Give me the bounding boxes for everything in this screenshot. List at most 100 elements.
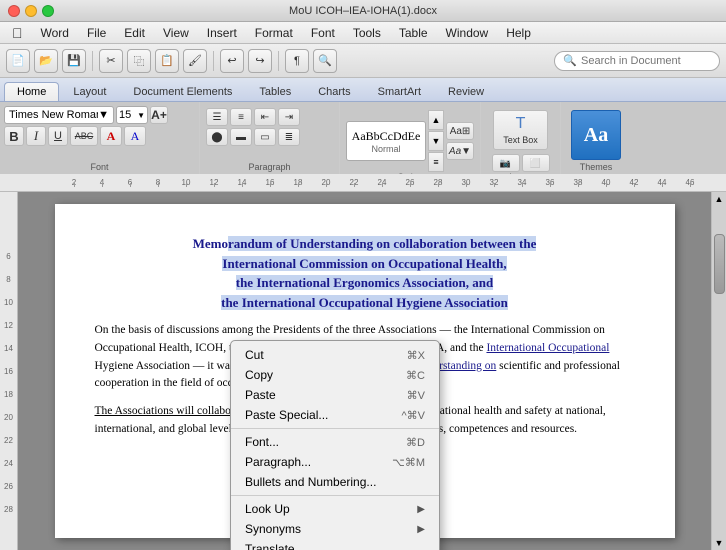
tab-smartart[interactable]: SmartArt [365, 82, 434, 101]
increase-indent-btn[interactable]: ⇥ [278, 108, 300, 126]
ctx-paste[interactable]: Paste ⌘V [231, 385, 439, 405]
tab-document-elements[interactable]: Document Elements [120, 82, 245, 101]
maximize-button[interactable] [42, 5, 54, 17]
v-ruler-mark: 26 [4, 482, 13, 491]
zoom-button[interactable]: 🔍 [313, 49, 337, 73]
increase-font-btn[interactable]: A+ [150, 106, 168, 124]
font-size-selector[interactable]: 15 ▼ [116, 106, 148, 124]
scroll-up-btn[interactable]: ▲ [715, 192, 724, 204]
ctx-paragraph[interactable]: Paragraph... ⌥⌘M [231, 452, 439, 472]
ruler-mark: 6 [116, 178, 144, 187]
ctx-sep-2 [231, 495, 439, 496]
v-ruler-mark: 12 [4, 321, 13, 330]
list-number-btn[interactable]: ≡ [230, 108, 252, 126]
ctx-paste-special[interactable]: Paste Special... ^⌘V [231, 405, 439, 425]
context-menu: Cut ⌘X Copy ⌘C Paste ⌘V Paste Special...… [230, 340, 440, 550]
apple-menu[interactable]:  [4, 23, 31, 43]
ctx-bullets[interactable]: Bullets and Numbering... [231, 472, 439, 492]
menu-file[interactable]: File [79, 24, 114, 42]
text-box-label: Text Box [503, 135, 538, 145]
themes-button[interactable]: Aa [571, 110, 621, 160]
ctx-synonyms-arrow: ▶ [417, 524, 425, 535]
list-bullet-btn[interactable]: ☰ [206, 108, 228, 126]
horizontal-ruler: 2 4 6 8 10 12 14 16 18 20 22 24 26 28 30… [0, 174, 726, 192]
tab-home[interactable]: Home [4, 82, 59, 101]
align-justify-btn[interactable]: ≣ [278, 128, 300, 146]
ctx-copy[interactable]: Copy ⌘C [231, 365, 439, 385]
ctx-font[interactable]: Font... ⌘D [231, 432, 439, 452]
align-left-btn[interactable]: ⬤ [206, 128, 228, 146]
decrease-indent-btn[interactable]: ⇤ [254, 108, 276, 126]
tab-tables[interactable]: Tables [246, 82, 304, 101]
save-button[interactable]: 💾 [62, 49, 86, 73]
change-styles-btn[interactable]: Aa⊞ [446, 122, 474, 140]
font-group-label: Font [90, 162, 108, 174]
menu-view[interactable]: View [155, 24, 197, 42]
ctx-translate-label: Translate... [245, 542, 305, 550]
tab-review[interactable]: Review [435, 82, 497, 101]
style-up-btn[interactable]: ▲ [428, 110, 444, 130]
search-box[interactable]: 🔍 [554, 51, 720, 71]
manage-styles-btn[interactable]: Aa▼ [446, 142, 474, 160]
menu-table[interactable]: Table [391, 24, 436, 42]
tab-charts[interactable]: Charts [305, 82, 363, 101]
undo-button[interactable]: ↩ [220, 49, 244, 73]
scroll-thumb[interactable] [714, 234, 725, 294]
font-name-selector[interactable]: Times New Roman ▼ [4, 106, 114, 124]
scroll-down-btn[interactable]: ▼ [715, 538, 724, 550]
vertical-scrollbar[interactable]: ▲ ▼ [711, 192, 726, 550]
menu-help[interactable]: Help [498, 24, 539, 42]
insert-shape-btn[interactable]: ⬜ [522, 154, 550, 172]
ctx-synonyms[interactable]: Synonyms ▶ [231, 519, 439, 539]
title-memo: Memo [193, 236, 228, 251]
ruler-mark: 12 [200, 178, 228, 187]
v-ruler-mark: 16 [4, 367, 13, 376]
ctx-cut-shortcut: ⌘X [407, 349, 425, 362]
themes-group-label: Themes [580, 162, 613, 174]
bold-button[interactable]: B [4, 126, 24, 146]
style-down-btn[interactable]: ▼ [428, 131, 444, 151]
font-color-button[interactable]: A [100, 126, 122, 146]
menu-edit[interactable]: Edit [116, 24, 153, 42]
document-title: Memorandum of Understanding on collabora… [95, 234, 635, 312]
ruler-mark: 24 [368, 178, 396, 187]
menu-insert[interactable]: Insert [199, 24, 245, 42]
menu-word[interactable]: Word [33, 24, 77, 42]
menu-window[interactable]: Window [438, 24, 497, 42]
ctx-lookup[interactable]: Look Up ▶ [231, 499, 439, 519]
highlight-button[interactable]: A [124, 126, 146, 146]
minimize-button[interactable] [25, 5, 37, 17]
ruler-mark: 34 [508, 178, 536, 187]
ctx-cut[interactable]: Cut ⌘X [231, 345, 439, 365]
new-doc-button[interactable]: 📄 [6, 49, 30, 73]
close-button[interactable] [8, 5, 20, 17]
menu-tools[interactable]: Tools [345, 24, 389, 42]
paste-button[interactable]: 📋 [155, 49, 179, 73]
align-right-btn[interactable]: ▭ [254, 128, 276, 146]
ctx-translate[interactable]: Translate... [231, 539, 439, 550]
menu-format[interactable]: Format [247, 24, 301, 42]
ctx-synonyms-label: Synonyms [245, 522, 301, 536]
ruler-mark: 36 [536, 178, 564, 187]
copy-button[interactable]: ⿻ [127, 49, 151, 73]
style-more-btn[interactable]: ≡ [428, 152, 444, 172]
strikethrough-button[interactable]: ABC [70, 126, 98, 146]
tab-layout[interactable]: Layout [60, 82, 119, 101]
align-center-btn[interactable]: ▬ [230, 128, 252, 146]
search-input[interactable] [581, 55, 711, 67]
ctx-paste-special-label: Paste Special... [245, 408, 328, 422]
ribbon-tabs: Home Layout Document Elements Tables Cha… [0, 78, 726, 102]
italic-button[interactable]: I [26, 126, 46, 146]
traffic-lights[interactable] [8, 5, 54, 17]
redo-button[interactable]: ↪ [248, 49, 272, 73]
menu-font[interactable]: Font [303, 24, 343, 42]
underline-button[interactable]: U [48, 126, 68, 146]
cut-button[interactable]: ✂ [99, 49, 123, 73]
ctx-paragraph-shortcut: ⌥⌘M [392, 456, 425, 469]
insert-image-btn[interactable]: 📷 [492, 154, 520, 172]
format-painter-button[interactable]: 🖌 [183, 49, 207, 73]
open-button[interactable]: 📂 [34, 49, 58, 73]
show-para-marks-button[interactable]: ¶ [285, 49, 309, 73]
style-preview[interactable]: AaBbCcDdEe Normal [346, 121, 426, 161]
text-box-button[interactable]: T Text Box [493, 110, 548, 150]
